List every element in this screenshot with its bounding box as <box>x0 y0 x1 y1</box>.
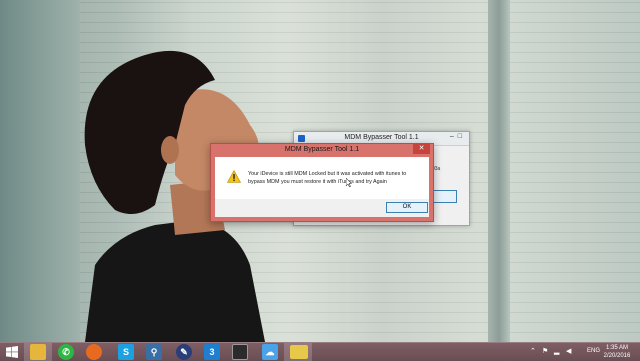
dialog-message: Your iDevice is still MDM Locked but it … <box>248 170 423 186</box>
wallpaper-wall-left <box>0 0 80 342</box>
mouse-cursor-icon <box>346 178 352 187</box>
firefox-icon[interactable] <box>86 344 102 360</box>
dialog-message-line2: bypass MDM you must restore it with iTun… <box>248 179 387 185</box>
clock-date: 2/20/2016 <box>603 353 631 359</box>
dialog-close-button[interactable]: ✕ <box>413 144 430 154</box>
language-indicator[interactable]: ENG <box>587 348 600 354</box>
icloud-icon[interactable]: ☁ <box>262 344 278 360</box>
windows-start-icon[interactable] <box>6 346 18 358</box>
warning-icon <box>227 170 241 183</box>
app-3-icon[interactable]: 3 <box>204 344 220 360</box>
system-tray: ⌃ ⚑ ▂ ◀ ENG 1:35 AM 2/20/2016 <box>520 343 640 361</box>
video-editor-icon[interactable] <box>232 344 248 360</box>
skype-icon[interactable]: S <box>118 344 134 360</box>
window-controls[interactable]: –□ <box>450 133 466 140</box>
folder-app-icon[interactable] <box>290 345 308 359</box>
tray-volume-icon[interactable]: ◀ <box>566 347 571 355</box>
dialog-title: MDM Bypasser Tool 1.1 <box>284 146 360 153</box>
bg-window-title: MDM Bypasser Tool 1.1 <box>344 134 419 141</box>
dialog-body: Your iDevice is still MDM Locked but it … <box>215 157 429 217</box>
file-explorer-icon[interactable] <box>30 344 46 360</box>
search-tool-icon[interactable]: ⚲ <box>146 344 162 360</box>
clock[interactable]: 1:35 AM 2/20/2016 <box>602 344 632 360</box>
tray-expand-icon[interactable]: ⌃ <box>530 347 536 355</box>
taskbar: ✆ S ⚲ ✎ 3 ☁ ⌃ ⚑ ▂ ◀ ENG 1:35 AM 2/20/201… <box>0 342 640 361</box>
bg-window-button[interactable] <box>431 190 457 203</box>
tray-flag-icon[interactable]: ⚑ <box>542 347 548 355</box>
wallpaper-pillar <box>488 0 510 342</box>
tray-network-icon[interactable]: ▂ <box>554 347 559 355</box>
ok-button[interactable]: OK <box>386 202 428 213</box>
whatsapp-icon[interactable]: ✆ <box>58 344 74 360</box>
clock-time: 1:35 AM <box>605 345 628 351</box>
dialog-footer: OK <box>215 199 429 217</box>
dialog-message-line1: Your iDevice is still MDM Locked but it … <box>248 171 407 177</box>
message-dialog[interactable]: MDM Bypasser Tool 1.1 ✕ Your iDevice is … <box>210 143 434 222</box>
feather-app-icon[interactable]: ✎ <box>176 344 192 360</box>
dialog-titlebar[interactable]: MDM Bypasser Tool 1.1 ✕ <box>211 144 433 157</box>
